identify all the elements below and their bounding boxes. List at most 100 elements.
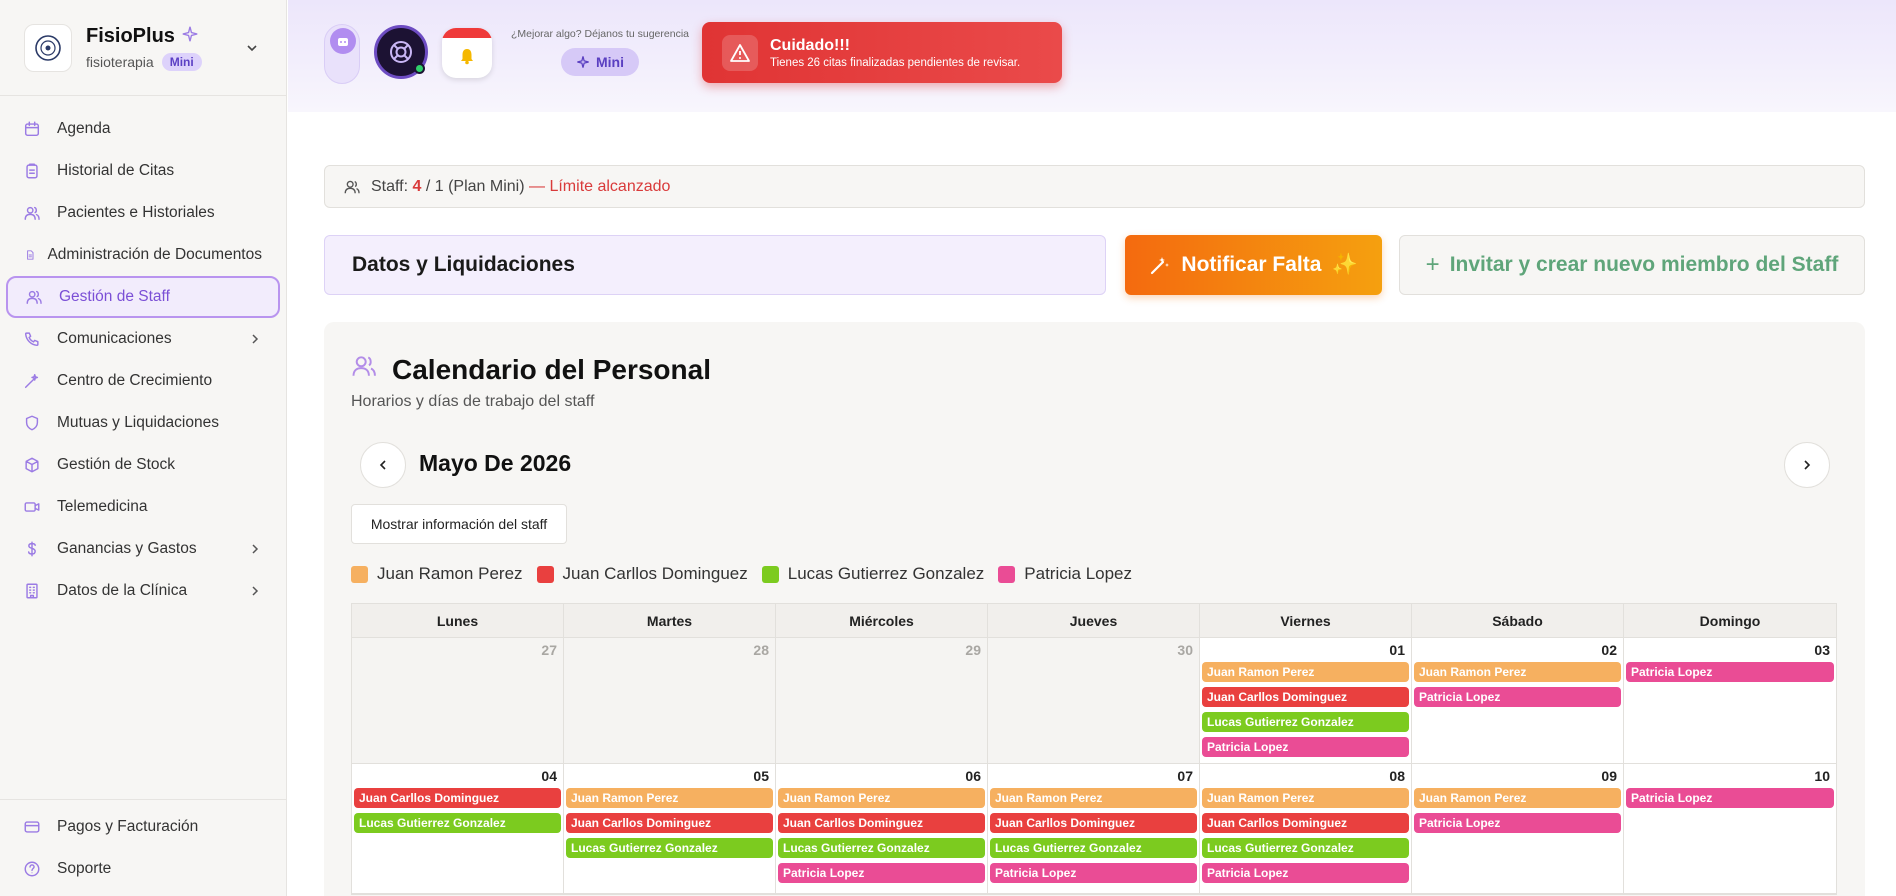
suggestion-box: ¿Mejorar algo? Déjanos tu sugerencia Min… bbox=[504, 28, 696, 76]
previous-month-button[interactable] bbox=[360, 442, 406, 488]
staff-shift-event[interactable]: Juan Carllos Dominguez bbox=[566, 813, 773, 833]
sidebar-item-pacientes-e-historiales[interactable]: Pacientes e Historiales bbox=[6, 192, 280, 234]
notificar-falta-label: Notificar Falta bbox=[1181, 253, 1322, 276]
calendar-day-cell[interactable]: 04 Juan Carllos Dominguez Lucas Gutierrez … bbox=[352, 764, 564, 893]
sidebar-item-ganancias-y-gastos[interactable]: Ganancias y Gastos bbox=[6, 528, 280, 570]
suggestion-button-label: Mini bbox=[596, 54, 624, 70]
staff-shift-event[interactable]: Lucas Gutierrez Gonzalez bbox=[778, 838, 985, 858]
support-lifebuoy-button[interactable] bbox=[374, 25, 428, 79]
staff-shift-event[interactable]: Juan Ramon Perez bbox=[990, 788, 1197, 808]
staff-shift-event[interactable]: Patricia Lopez bbox=[1626, 788, 1834, 808]
staff-shift-event[interactable]: Juan Ramon Perez bbox=[1414, 788, 1621, 808]
wand-icon bbox=[1151, 257, 1170, 275]
calendar-day-cell[interactable]: 05 Juan Ramon Perez Juan Carllos Dominguez… bbox=[564, 764, 776, 893]
sidebar-item-datos-de-la-clinica[interactable]: Datos de la Clínica bbox=[6, 570, 280, 612]
staff-legend: Juan Ramon Perez Juan Carllos Dominguez Lu… bbox=[351, 564, 1132, 584]
legend-item: Patricia Lopez bbox=[998, 564, 1132, 584]
next-month-button[interactable] bbox=[1784, 442, 1830, 488]
plan-badge: Mini bbox=[161, 52, 202, 71]
notificar-falta-button[interactable]: Notificar Falta ✨ bbox=[1125, 235, 1382, 295]
calendar-day-cell[interactable]: 28 bbox=[564, 638, 776, 763]
sidebar-item-centro-de-crecimiento[interactable]: Centro de Crecimiento bbox=[6, 360, 280, 402]
datos-liquidaciones-tab[interactable]: Datos y Liquidaciones bbox=[324, 235, 1106, 295]
staff-shift-event[interactable]: Patricia Lopez bbox=[1202, 737, 1409, 757]
calendar-day-cell[interactable]: 01 Juan Ramon Perez Juan Carllos Dominguez… bbox=[1200, 638, 1412, 763]
staff-shift-event[interactable]: Patricia Lopez bbox=[778, 863, 985, 883]
sidebar-item-gestion-de-stock[interactable]: Gestión de Stock bbox=[6, 444, 280, 486]
calendar-day-cell[interactable]: 08 Juan Ramon Perez Juan Carllos Dominguez… bbox=[1200, 764, 1412, 893]
sidebar-item-comunicaciones[interactable]: Comunicaciones bbox=[6, 318, 280, 360]
video-icon bbox=[23, 498, 41, 516]
sidebar-item-pagos-y-facturacion[interactable]: Pagos y Facturación bbox=[6, 806, 281, 848]
day-number: 05 bbox=[753, 768, 769, 784]
assistant-toggle[interactable] bbox=[324, 24, 360, 84]
sidebar-item-mutuas-y-liquidaciones[interactable]: Mutuas y Liquidaciones bbox=[6, 402, 280, 444]
staff-shift-event[interactable]: Juan Ramon Perez bbox=[566, 788, 773, 808]
sidebar-item-agenda[interactable]: Agenda bbox=[6, 108, 280, 150]
calendar-week-row: 04 Juan Carllos Dominguez Lucas Gutierrez … bbox=[352, 764, 1836, 894]
staff-shift-event[interactable]: Patricia Lopez bbox=[1414, 813, 1621, 833]
legend-swatch bbox=[761, 565, 779, 583]
staff-shift-event[interactable]: Juan Ramon Perez bbox=[1414, 662, 1621, 682]
staff-shift-event[interactable]: Juan Carllos Dominguez bbox=[990, 813, 1197, 833]
calendar-day-cell[interactable]: 07 Juan Ramon Perez Juan Carllos Dominguez… bbox=[988, 764, 1200, 893]
suggestion-button[interactable]: Mini bbox=[561, 48, 639, 76]
sidebar-item-gestion-de-staff[interactable]: Gestión de Staff bbox=[6, 276, 280, 318]
calendar-day-cell[interactable]: 10 Patricia Lopez bbox=[1624, 764, 1836, 893]
sidebar-item-administracion-de-documentos[interactable]: Administración de Documentos bbox=[6, 234, 280, 276]
sidebar-item-label: Historial de Citas bbox=[57, 162, 175, 179]
calendar-icon bbox=[23, 120, 41, 138]
day-number: 27 bbox=[541, 642, 557, 658]
weekday-header-cell: Viernes bbox=[1200, 604, 1412, 637]
staff-shift-event[interactable]: Patricia Lopez bbox=[1414, 687, 1621, 707]
calendar-day-cell[interactable]: 06 Juan Ramon Perez Juan Carllos Dominguez… bbox=[776, 764, 988, 893]
staff-shift-event[interactable]: Juan Ramon Perez bbox=[1202, 662, 1409, 682]
staff-shift-event[interactable]: Patricia Lopez bbox=[1202, 863, 1409, 883]
sidebar-item-soporte[interactable]: Soporte bbox=[6, 848, 281, 890]
actions-row: Datos y Liquidaciones Notificar Falta ✨ … bbox=[324, 234, 1865, 296]
staff-shift-event[interactable]: Patricia Lopez bbox=[1626, 662, 1834, 682]
day-number: 29 bbox=[965, 642, 981, 658]
staff-shift-event[interactable]: Juan Ramon Perez bbox=[778, 788, 985, 808]
sidebar-item-label: Pagos y Facturación bbox=[57, 818, 199, 835]
staff-shift-event[interactable]: Juan Ramon Perez bbox=[1202, 788, 1409, 808]
sidebar-item-telemedicina[interactable]: Telemedicina bbox=[6, 486, 280, 528]
clinic-logo bbox=[24, 23, 72, 72]
staff-shift-event[interactable]: Juan Carllos Dominguez bbox=[1202, 813, 1409, 833]
notifications-button[interactable] bbox=[442, 28, 492, 78]
chevron-down-icon[interactable] bbox=[240, 36, 264, 60]
help-icon bbox=[23, 860, 41, 878]
show-staff-info-button[interactable]: Mostrar información del staff bbox=[351, 504, 567, 544]
pending-appointments-alert[interactable]: Cuidado!!! Tienes 26 citas finalizadas p… bbox=[702, 22, 1062, 83]
sidebar: FisioPlus fisioterapia Mini Agenda Histor… bbox=[0, 0, 287, 896]
sidebar-item-label: Comunicaciones bbox=[57, 330, 172, 347]
calendar-day-cell[interactable]: 27 bbox=[352, 638, 564, 763]
phone-icon bbox=[23, 330, 41, 348]
legend-item: Juan Carllos Dominguez bbox=[536, 564, 748, 584]
staff-shift-event[interactable]: Lucas Gutierrez Gonzalez bbox=[566, 838, 773, 858]
staff-shift-event[interactable]: Lucas Gutierrez Gonzalez bbox=[990, 838, 1197, 858]
calendar-day-cell[interactable]: 02 Juan Ramon Perez Patricia Lopez bbox=[1412, 638, 1624, 763]
brand-switcher[interactable]: FisioPlus fisioterapia Mini bbox=[0, 0, 286, 96]
chevron-right-icon bbox=[248, 332, 262, 346]
credit-card-icon bbox=[23, 818, 41, 836]
calendar-day-cell[interactable]: 30 bbox=[988, 638, 1200, 763]
staff-shift-event[interactable]: Lucas Gutierrez Gonzalez bbox=[1202, 712, 1409, 732]
calendar-day-cell[interactable]: 09 Juan Ramon Perez Patricia Lopez bbox=[1412, 764, 1624, 893]
sidebar-item-historial-de-citas[interactable]: Historial de Citas bbox=[6, 150, 280, 192]
users-icon bbox=[23, 204, 41, 222]
day-number: 04 bbox=[541, 768, 557, 784]
lifebuoy-icon bbox=[390, 41, 412, 63]
staff-shift-event[interactable]: Juan Carllos Dominguez bbox=[354, 788, 561, 808]
staff-shift-event[interactable]: Juan Carllos Dominguez bbox=[1202, 687, 1409, 707]
staff-shift-event[interactable]: Patricia Lopez bbox=[990, 863, 1197, 883]
day-number: 06 bbox=[965, 768, 981, 784]
staff-shift-event[interactable]: Lucas Gutierrez Gonzalez bbox=[354, 813, 561, 833]
calendar-day-cell[interactable]: 03 Patricia Lopez bbox=[1624, 638, 1836, 763]
chevron-right-icon bbox=[248, 584, 262, 598]
calendar-day-cell[interactable]: 29 bbox=[776, 638, 988, 763]
staff-shift-event[interactable]: Lucas Gutierrez Gonzalez bbox=[1202, 838, 1409, 858]
invite-staff-button[interactable]: + Invitar y crear nuevo miembro del Staf… bbox=[1399, 235, 1865, 295]
staff-shift-event[interactable]: Juan Carllos Dominguez bbox=[778, 813, 985, 833]
legend-swatch bbox=[536, 565, 554, 583]
